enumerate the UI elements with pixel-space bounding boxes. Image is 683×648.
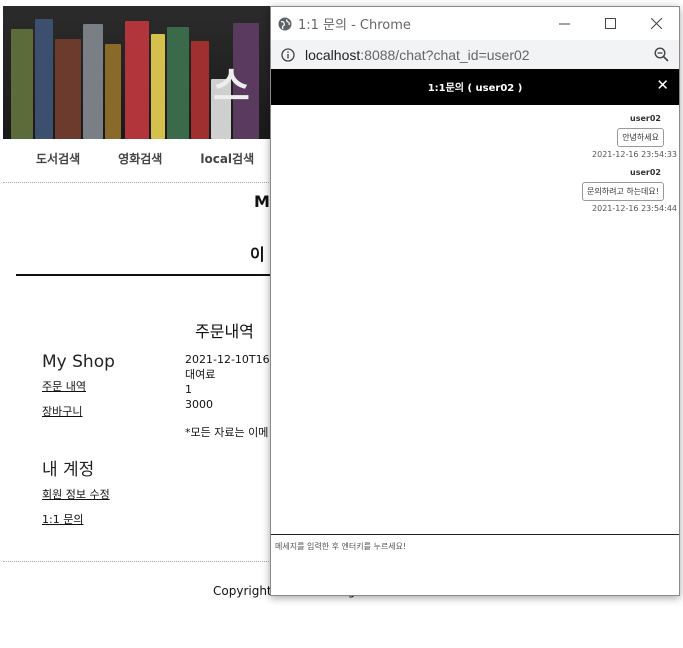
message-input[interactable]: 메세지를 입력한 후 엔터키를 누르세요! [271, 534, 679, 595]
order-note: *모든 자료는 이메 [185, 426, 269, 439]
message-item: user02 안녕하세요 2021-12-16 23:54:33 [592, 114, 677, 159]
close-icon [650, 18, 662, 29]
chat-title: 1:1문의 ( user02 ) [427, 83, 523, 94]
url-host: localhost [305, 46, 361, 63]
nav-book-search[interactable]: 도서검색 [36, 150, 80, 167]
message-bubble: 문의하려고 하는데요! [582, 182, 664, 201]
message-time: 2021-12-16 23:54:33 [592, 150, 677, 159]
side-link-cart[interactable]: 장바구니 [42, 403, 115, 419]
page-subheading: 이 [250, 245, 265, 264]
message-time: 2021-12-16 23:54:44 [592, 204, 677, 213]
url-text: localhost:8088/chat?chat_id=user02 [305, 47, 530, 63]
globe-icon [278, 17, 292, 30]
info-icon[interactable] [281, 47, 295, 62]
side-menu: My Shop 주문 내역 장바구니 내 계정 회원 정보 수정 1:1 문의 [42, 352, 115, 527]
side-title-shop: My Shop [42, 352, 115, 372]
minimize-icon [558, 23, 570, 25]
chat-header: 1:1문의 ( user02 ) ✕ [271, 69, 679, 105]
banner-text: 스 [213, 64, 250, 110]
window-title: 1:1 문의 - Chrome [298, 18, 411, 33]
side-link-edit-profile[interactable]: 회원 정보 수정 [42, 486, 115, 502]
url-path: :8088/chat?chat_id=user02 [360, 46, 530, 63]
address-bar[interactable]: localhost:8088/chat?chat_id=user02 [271, 40, 679, 69]
window-titlebar: 1:1 문의 - Chrome [271, 7, 679, 40]
maximize-icon [604, 18, 616, 29]
order-title: 주문내역 [195, 322, 254, 341]
zoom-out-icon[interactable] [654, 47, 669, 62]
message-item: user02 문의하려고 하는데요! 2021-12-16 23:54:44 [582, 168, 677, 213]
maximize-button[interactable] [587, 7, 633, 40]
window-close-button[interactable] [633, 7, 679, 40]
message-input-placeholder: 메세지를 입력한 후 엔터키를 누르세요! [275, 542, 407, 551]
nav-local-search[interactable]: local검색 [200, 150, 254, 167]
page-heading: M [254, 192, 270, 211]
message-user: user02 [630, 168, 661, 177]
chat-popup-window: 1:1 문의 - Chrome localhost:8088/chat?chat… [270, 6, 680, 596]
chat-close-button[interactable]: ✕ [656, 76, 669, 94]
side-title-account: 내 계정 [42, 460, 95, 480]
heading-rule [16, 274, 276, 276]
message-list: user02 안녕하세요 2021-12-16 23:54:33 user02 … [271, 106, 679, 535]
minimize-button[interactable] [541, 7, 587, 40]
main-nav: 도서검색 영화검색 local검색 [36, 150, 292, 167]
nav-movie-search[interactable]: 영화검색 [118, 150, 162, 167]
side-link-orders[interactable]: 주문 내역 [42, 378, 115, 394]
message-user: user02 [630, 114, 661, 123]
side-link-inquiry[interactable]: 1:1 문의 [42, 511, 115, 527]
message-bubble: 안녕하세요 [617, 128, 664, 147]
